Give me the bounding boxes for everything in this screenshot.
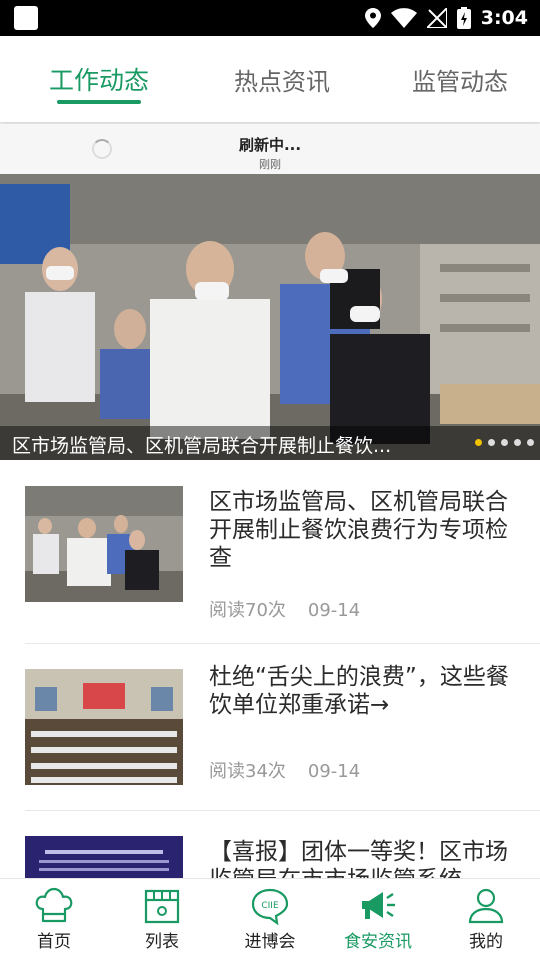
publish-date: 09-14 xyxy=(307,600,361,621)
banner-image xyxy=(0,174,540,460)
article-meta: 阅读34次 09-14 xyxy=(209,757,360,783)
battery-icon xyxy=(456,7,471,29)
refresh-status: 刷新中... xyxy=(238,136,302,154)
nav-food-safety-news[interactable]: 食安资讯 xyxy=(324,879,432,961)
svg-text:CIIE: CIIE xyxy=(261,901,279,911)
no-signal-icon xyxy=(426,8,447,28)
article-title: 杜绝“舌尖上的浪费”，这些餐饮单位郑重承诺→ xyxy=(209,664,509,718)
nav-home[interactable]: 首页 xyxy=(0,879,108,961)
carousel-dot xyxy=(501,439,508,446)
article-title: 【喜报】团体一等奖！区市场监管局在市市场监管系统 xyxy=(209,839,508,878)
nav-ciie[interactable]: CIIE 进博会 xyxy=(216,879,324,961)
publish-date: 09-14 xyxy=(307,761,361,782)
nav-label: 列表 xyxy=(145,932,179,952)
banner-carousel[interactable]: 区市场监管局、区机管局联合开展制止餐饮... xyxy=(0,174,540,460)
list-item[interactable]: 杜绝“舌尖上的浪费”，这些餐饮单位郑重承诺→ 阅读34次 09-14 xyxy=(0,644,540,810)
carousel-indicator xyxy=(475,439,534,446)
banner-caption-bar: 区市场监管局、区机管局联合开展制止餐饮... xyxy=(0,426,540,460)
tab-regulation-news[interactable]: 监管动态 xyxy=(392,36,528,122)
read-count: 阅读70次 xyxy=(209,600,286,621)
clock: 3:04 xyxy=(480,7,528,29)
article-title: 区市场监管局、区机管局联合开展制止餐饮浪费行为专项检查 xyxy=(209,489,508,571)
list-item[interactable]: 【喜报】团体一等奖！区市场监管局在市市场监管系统 xyxy=(0,811,540,878)
article-thumbnail xyxy=(25,486,183,602)
nav-label: 食安资讯 xyxy=(344,932,412,952)
carousel-dot xyxy=(475,439,482,446)
nav-list[interactable]: 列表 xyxy=(108,879,216,961)
notification-app-icon xyxy=(14,6,38,30)
refresh-time: 刚刚 xyxy=(259,158,281,171)
wifi-icon xyxy=(390,8,417,28)
person-icon xyxy=(468,888,504,924)
refresh-header: 刷新中... 刚刚 xyxy=(0,124,540,174)
nav-label: 首页 xyxy=(37,932,71,952)
carousel-dot xyxy=(527,439,534,446)
tab-hot-news[interactable]: 热点资讯 xyxy=(212,36,352,122)
banner-caption: 区市场监管局、区机管局联合开展制止餐饮... xyxy=(12,435,392,457)
nav-label: 我的 xyxy=(469,932,503,952)
storefront-icon xyxy=(144,889,180,924)
news-list: 区市场监管局、区机管局联合开展制止餐饮浪费行为专项检查 阅读70次 09-14 杜… xyxy=(0,460,540,878)
chef-hat-icon xyxy=(35,887,73,923)
carousel-dot xyxy=(488,439,495,446)
active-tab-indicator xyxy=(57,100,141,104)
nav-label: 进博会 xyxy=(244,932,296,952)
ciie-icon: CIIE xyxy=(251,888,289,925)
nav-profile[interactable]: 我的 xyxy=(432,879,540,961)
bottom-navigation: 首页 列表 CIIE 进博会 食安资讯 我的 xyxy=(0,878,540,961)
megaphone-icon xyxy=(362,892,395,919)
status-icons: 3:04 xyxy=(364,0,528,36)
category-tabs: 工作动态 热点资讯 监管动态 xyxy=(0,36,540,122)
status-bar: 3:04 xyxy=(0,0,540,36)
article-meta: 阅读70次 09-14 xyxy=(209,596,360,622)
read-count: 阅读34次 xyxy=(209,761,286,782)
article-thumbnail xyxy=(25,836,183,878)
list-item[interactable]: 区市场监管局、区机管局联合开展制止餐饮浪费行为专项检查 阅读70次 09-14 xyxy=(0,460,540,643)
tab-work-news[interactable]: 工作动态 xyxy=(28,36,170,122)
location-icon xyxy=(364,8,381,28)
carousel-dot xyxy=(514,439,521,446)
article-thumbnail xyxy=(25,669,183,785)
